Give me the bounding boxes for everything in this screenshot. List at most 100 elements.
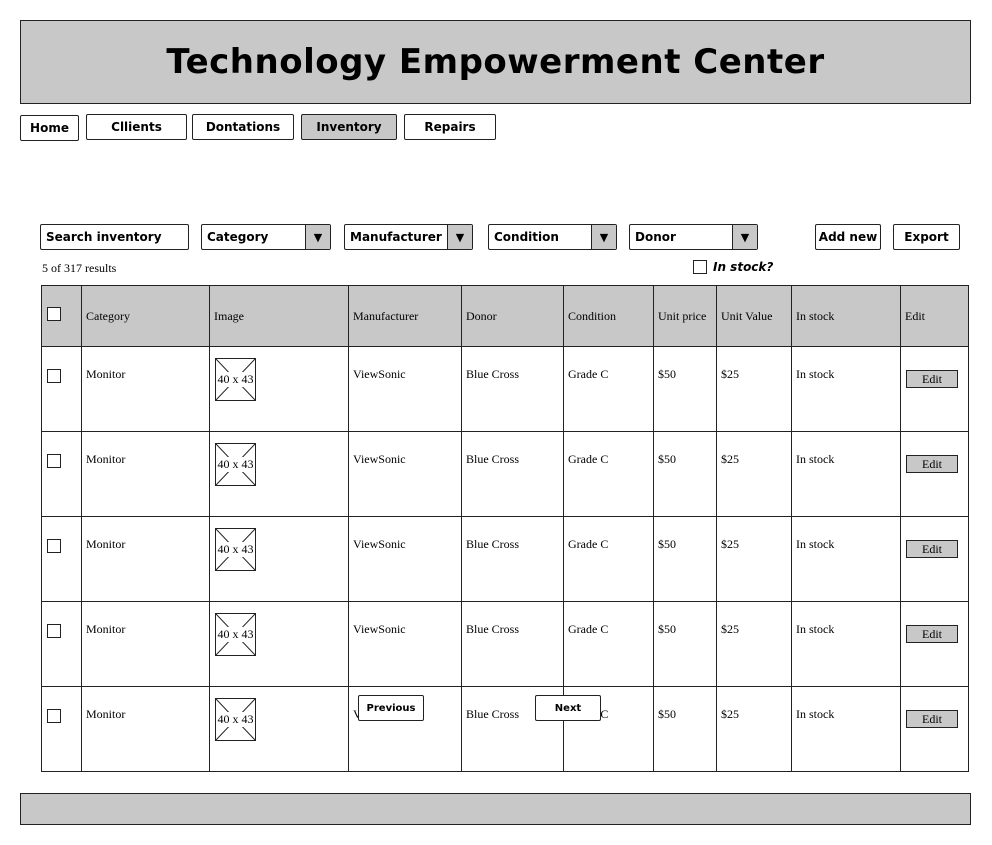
cell-unit-value: $25: [716, 601, 792, 687]
cell-condition: Grade C: [563, 431, 654, 517]
cell-manufacturer: ViewSonic: [348, 431, 462, 517]
edit-button[interactable]: Edit: [906, 370, 958, 388]
inventory-table: Category Image Manufacturer Donor Condit…: [41, 285, 969, 772]
triangle-down-icon[interactable]: ▼: [305, 225, 330, 249]
row-select-cell: [41, 516, 82, 602]
cell-edit: Edit: [900, 346, 969, 432]
column-header-category: Category: [81, 285, 210, 347]
cell-manufacturer: ViewSonic: [348, 601, 462, 687]
cell-edit: Edit: [900, 516, 969, 602]
manufacturer-dropdown-label: Manufacturer: [350, 230, 442, 244]
donor-dropdown-label: Donor: [635, 230, 676, 244]
cell-manufacturer: ViewSonic: [348, 346, 462, 432]
edit-button[interactable]: Edit: [906, 540, 958, 558]
row-select-cell: [41, 601, 82, 687]
cell-in-stock: In stock: [791, 431, 901, 517]
cell-manufacturer: ViewSonic: [348, 516, 462, 602]
cell-category: Monitor: [81, 516, 210, 602]
cell-condition: Grade C: [563, 346, 654, 432]
table-row: Monitor 40 x 43 ViewSonicBlue CrossGrade C…: [41, 346, 969, 432]
column-header-donor: Donor: [461, 285, 564, 347]
edit-button[interactable]: Edit: [906, 625, 958, 643]
manufacturer-dropdown[interactable]: Manufacturer ▼: [344, 224, 473, 250]
cell-in-stock: In stock: [791, 686, 901, 772]
row-checkbox[interactable]: [47, 369, 61, 383]
select-all-checkbox[interactable]: [47, 307, 61, 321]
cell-unit-value: $25: [716, 431, 792, 517]
previous-page-button[interactable]: Previous: [358, 695, 424, 721]
app-title: Technology Empowerment Center: [166, 42, 825, 82]
image-placeholder-icon: 40 x 43: [215, 528, 256, 571]
row-checkbox[interactable]: [47, 454, 61, 468]
in-stock-filter-label: In stock?: [713, 260, 774, 274]
triangle-down-icon[interactable]: ▼: [732, 225, 757, 249]
triangle-down-icon[interactable]: ▼: [591, 225, 616, 249]
column-header-unit-price: Unit price: [653, 285, 717, 347]
cell-category: Monitor: [81, 431, 210, 517]
export-button[interactable]: Export: [893, 224, 960, 250]
triangle-down-icon[interactable]: ▼: [447, 225, 472, 249]
tab-home[interactable]: Home: [20, 115, 79, 141]
edit-button[interactable]: Edit: [906, 455, 958, 473]
cell-image: 40 x 43: [209, 686, 349, 772]
row-select-cell: [41, 346, 82, 432]
row-select-cell: [41, 431, 82, 517]
column-header-edit: Edit: [900, 285, 969, 347]
cell-in-stock: In stock: [791, 516, 901, 602]
in-stock-checkbox[interactable]: [693, 260, 707, 274]
cell-category: Monitor: [81, 346, 210, 432]
in-stock-filter: In stock?: [693, 260, 773, 274]
select-all-header: [41, 285, 82, 347]
column-header-unit-value: Unit Value: [716, 285, 792, 347]
image-placeholder-label: 40 x 43: [217, 627, 254, 642]
table-header-row: Category Image Manufacturer Donor Condit…: [41, 285, 969, 347]
results-count: 5 of 317 results: [42, 261, 117, 275]
cell-category: Monitor: [81, 601, 210, 687]
cell-image: 40 x 43: [209, 601, 349, 687]
cell-donor: Blue Cross: [461, 431, 564, 517]
cell-image: 40 x 43: [209, 516, 349, 602]
cell-condition: Grade C: [563, 601, 654, 687]
cell-unit-price: $50: [653, 601, 717, 687]
column-header-condition: Condition: [563, 285, 654, 347]
add-new-button[interactable]: Add new: [815, 224, 881, 250]
cell-in-stock: In stock: [791, 346, 901, 432]
cell-donor: Blue Cross: [461, 601, 564, 687]
cell-unit-price: $50: [653, 516, 717, 602]
image-placeholder-label: 40 x 43: [217, 542, 254, 557]
row-checkbox[interactable]: [47, 539, 61, 553]
cell-edit: Edit: [900, 431, 969, 517]
cell-donor: Blue Cross: [461, 346, 564, 432]
cell-image: 40 x 43: [209, 346, 349, 432]
cell-edit: Edit: [900, 601, 969, 687]
search-field: [40, 224, 189, 250]
edit-button[interactable]: Edit: [906, 710, 958, 728]
cell-category: Monitor: [81, 686, 210, 772]
cell-in-stock: In stock: [791, 601, 901, 687]
category-dropdown[interactable]: Category ▼: [201, 224, 331, 250]
tab-repairs[interactable]: Repairs: [404, 114, 496, 140]
tab-donations[interactable]: Dontations: [192, 114, 294, 140]
next-page-button[interactable]: Next: [535, 695, 601, 721]
image-placeholder-icon: 40 x 43: [215, 698, 256, 741]
row-checkbox[interactable]: [47, 624, 61, 638]
row-select-cell: [41, 686, 82, 772]
cell-unit-value: $25: [716, 346, 792, 432]
cell-unit-price: $50: [653, 346, 717, 432]
condition-dropdown[interactable]: Condition ▼: [488, 224, 617, 250]
image-placeholder-icon: 40 x 43: [215, 358, 256, 401]
donor-dropdown[interactable]: Donor ▼: [629, 224, 758, 250]
cell-image: 40 x 43: [209, 431, 349, 517]
app-header: Technology Empowerment Center: [20, 20, 971, 104]
cell-donor: Blue Cross: [461, 516, 564, 602]
tab-inventory[interactable]: Inventory: [301, 114, 397, 140]
cell-edit: Edit: [900, 686, 969, 772]
row-checkbox[interactable]: [47, 709, 61, 723]
cell-condition: Grade C: [563, 516, 654, 602]
cell-unit-value: $25: [716, 516, 792, 602]
search-input[interactable]: [41, 229, 188, 245]
column-header-manufacturer: Manufacturer: [348, 285, 462, 347]
tab-clients[interactable]: Cllients: [86, 114, 187, 140]
table-row: Monitor 40 x 43 ViewSonicBlue CrossGrade C…: [41, 601, 969, 687]
image-placeholder-icon: 40 x 43: [215, 443, 256, 486]
